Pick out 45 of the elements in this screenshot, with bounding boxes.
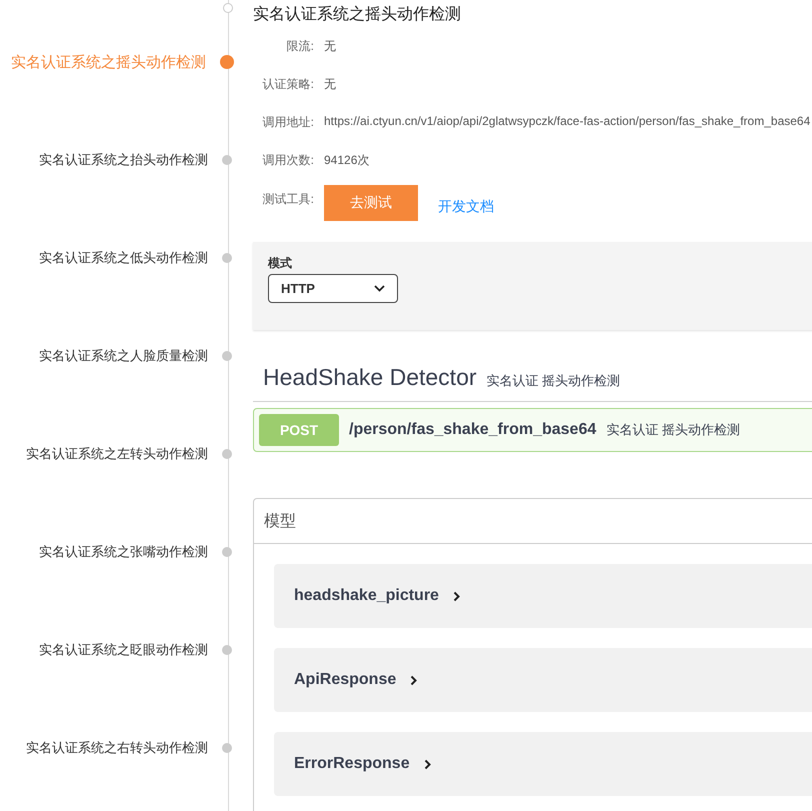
field-label: 调用次数: bbox=[262, 152, 314, 169]
timeline-item[interactable]: 实名认证系统之眨眼动作检测 bbox=[39, 641, 208, 659]
chevron-right-icon bbox=[424, 758, 431, 770]
method-badge: POST bbox=[259, 414, 339, 446]
chevron-right-icon bbox=[452, 590, 460, 602]
timeline-dot-icon bbox=[222, 253, 232, 263]
field-label: 认证策略: bbox=[262, 76, 314, 93]
field-label: 限流: bbox=[286, 38, 314, 55]
model-name: ApiResponse bbox=[294, 671, 396, 689]
model-item[interactable]: ErrorResponse bbox=[274, 732, 812, 796]
model-item[interactable]: ApiResponse bbox=[274, 648, 812, 712]
timeline-dot-icon bbox=[222, 547, 232, 557]
timeline-dot-icon bbox=[220, 55, 234, 69]
mode-label: 模式 bbox=[268, 255, 293, 272]
api-title: HeadShake Detector bbox=[263, 364, 477, 391]
timeline-dot-icon bbox=[222, 155, 232, 165]
models-title: 模型 bbox=[254, 499, 812, 544]
model-name: headshake_picture bbox=[294, 587, 439, 605]
model-item[interactable]: headshake_picture bbox=[274, 564, 812, 628]
field-value: 无 bbox=[324, 38, 336, 55]
operation-path: /person/fas_shake_from_base64 bbox=[349, 421, 596, 439]
timeline-item[interactable]: 实名认证系统之人脸质量检测 bbox=[39, 347, 208, 365]
timeline-dot-icon bbox=[222, 449, 232, 459]
operation-description: 实名认证 摇头动作检测 bbox=[606, 421, 740, 439]
field-value: 94126次 bbox=[324, 152, 370, 169]
timeline-dot-icon bbox=[222, 645, 232, 655]
field-value: https://ai.ctyun.cn/v1/aiop/api/2glatwsypczk/face-fas-action/person/fas_shake_from_base64 bbox=[324, 114, 810, 128]
field-label: 调用地址: bbox=[262, 114, 314, 131]
timeline-item[interactable]: 实名认证系统之低头动作检测 bbox=[39, 249, 208, 267]
chevron-right-icon bbox=[410, 674, 418, 686]
timeline-item[interactable]: 实名认证系统之抬头动作检测 bbox=[39, 151, 208, 169]
timeline-dot-icon bbox=[222, 743, 232, 753]
field-label: 测试工具: bbox=[262, 190, 314, 208]
timeline-item[interactable]: 实名认证系统之张嘴动作检测 bbox=[39, 543, 208, 561]
page-title: 实名认证系统之摇头动作检测 bbox=[253, 4, 462, 25]
timeline-start-icon bbox=[223, 3, 233, 13]
model-name: ErrorResponse bbox=[294, 755, 410, 773]
api-subtitle: 实名认证 摇头动作检测 bbox=[486, 372, 620, 390]
mode-select[interactable]: HTTP bbox=[268, 274, 398, 303]
timeline-dot-icon bbox=[222, 351, 232, 361]
timeline-item[interactable]: 实名认证系统之右转头动作检测 bbox=[26, 739, 208, 757]
operation-bar[interactable]: POST /person/fas_shake_from_base64 实名认证 摇头动作检测 bbox=[253, 408, 812, 452]
field-value: 无 bbox=[324, 76, 336, 93]
timeline-item[interactable]: 实名认证系统之左转头动作检测 bbox=[26, 445, 208, 463]
chevron-down-icon bbox=[374, 285, 385, 292]
